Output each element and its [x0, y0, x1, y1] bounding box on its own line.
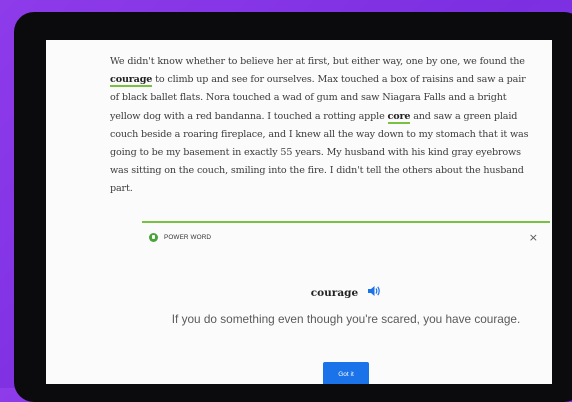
power-word-courage[interactable]: courage [110, 74, 152, 88]
power-word-card: POWER WORD × courage If you do something… [142, 221, 550, 384]
word-row: courage [142, 281, 550, 301]
device-frame: We didn't know whether to believe her at… [14, 12, 572, 402]
story-passage: We didn't know whether to believe her at… [110, 40, 534, 199]
got-it-button[interactable]: Got it [323, 362, 369, 384]
reader-screen: We didn't know whether to believe her at… [46, 40, 552, 384]
passage-text: We didn't know whether to believe her at… [110, 56, 525, 67]
word-definition: If you do something even though you're s… [171, 312, 521, 326]
card-label: POWER WORD [164, 234, 212, 241]
card-header: POWER WORD [149, 233, 211, 242]
speaker-icon[interactable] [367, 282, 381, 301]
power-word-icon [149, 233, 158, 242]
power-word-core[interactable]: core [387, 110, 410, 124]
passage-text: and saw a green plaid couch beside a roa… [110, 110, 529, 195]
power-word-title: courage [310, 287, 359, 299]
passage-paragraph: We didn't know whether to believe her at… [110, 40, 534, 199]
close-icon[interactable]: × [529, 231, 538, 244]
